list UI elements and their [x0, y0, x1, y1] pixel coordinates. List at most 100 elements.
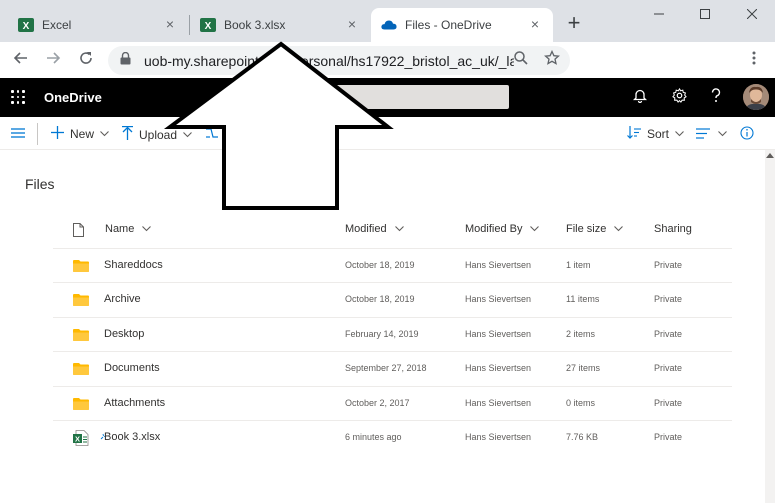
scroll-up-icon[interactable]: [766, 153, 774, 160]
table-row[interactable]: Desktop February 14, 2019 Hans Sievertse…: [53, 317, 732, 351]
scrollbar[interactable]: [765, 150, 775, 503]
chevron-down-icon: [183, 130, 192, 140]
modified-by: Hans Sievertsen: [465, 294, 532, 304]
svg-text:X: X: [75, 434, 80, 443]
tab-book3[interactable]: X Book 3.xlsx ×: [182, 8, 370, 42]
column-header-file-size[interactable]: File size: [566, 223, 624, 235]
file-name[interactable]: Desktop: [104, 328, 144, 340]
avatar[interactable]: [743, 84, 769, 110]
sort-icon: [627, 126, 641, 142]
chevron-down-icon: [142, 224, 152, 234]
folder-icon: [73, 329, 89, 341]
flow-icon[interactable]: [205, 126, 219, 140]
file-name[interactable]: Archive: [104, 293, 141, 305]
file-size: 1 item: [566, 260, 591, 270]
folder-icon: [73, 363, 89, 375]
bookmark-star-icon[interactable]: [542, 49, 562, 70]
file-name[interactable]: Book 3.xlsx: [104, 431, 160, 443]
table-row[interactable]: Documents September 27, 2018 Hans Siever…: [53, 351, 732, 385]
modified-date: 6 minutes ago: [345, 432, 402, 442]
browser-menu-icon[interactable]: [744, 50, 764, 70]
file-size: 7.76 KB: [566, 432, 599, 442]
svg-text:X: X: [205, 21, 212, 32]
modified-date: September 27, 2018: [345, 363, 427, 373]
sort-label: Sort: [647, 127, 670, 141]
table-row[interactable]: X Book 3.xlsx 6 minutes ago Hans Sievert…: [53, 420, 732, 454]
file-name[interactable]: Documents: [104, 362, 160, 374]
tab-onedrive[interactable]: Files - OneDrive ×: [371, 8, 553, 42]
command-divider: [37, 123, 38, 145]
excel-file-icon: X: [73, 430, 89, 446]
file-name[interactable]: Attachments: [104, 397, 165, 409]
tab-excel[interactable]: X Excel ×: [0, 8, 188, 42]
folder-icon: [73, 260, 89, 272]
view-options-button[interactable]: [696, 126, 727, 142]
modified-by: Hans Sievertsen: [465, 363, 532, 373]
modified-by: Hans Sievertsen: [465, 260, 532, 270]
help-icon[interactable]: [707, 88, 725, 106]
folder-icon: [73, 398, 89, 410]
table-row[interactable]: Shareddocs October 18, 2019 Hans Sievert…: [53, 248, 732, 282]
close-icon[interactable]: ×: [162, 16, 178, 32]
list-view-icon: [696, 126, 710, 142]
close-window-icon[interactable]: [729, 0, 775, 28]
column-header-label: Modified By: [465, 223, 523, 235]
page-title: Files: [25, 176, 55, 192]
sharing-status: Private: [654, 363, 683, 373]
column-header-label: Modified: [345, 223, 387, 235]
close-icon[interactable]: ×: [344, 16, 360, 32]
file-size: 27 items: [566, 363, 601, 373]
sort-button[interactable]: Sort: [627, 126, 684, 142]
file-type-header-icon[interactable]: [73, 223, 84, 237]
maximize-icon[interactable]: [682, 0, 728, 28]
column-header-sharing[interactable]: Sharing: [654, 223, 692, 235]
modified-by: Hans Sievertsen: [465, 432, 532, 442]
plus-icon: [51, 126, 64, 142]
chevron-down-icon: [394, 224, 404, 234]
info-icon[interactable]: [740, 126, 754, 140]
app-launcher-icon[interactable]: [11, 90, 25, 104]
new-button[interactable]: New: [51, 126, 109, 142]
upload-label: Upload: [139, 127, 178, 142]
column-header-label: File size: [566, 223, 607, 235]
bell-icon[interactable]: [631, 88, 649, 106]
sharing-status: Private: [654, 329, 683, 339]
sharing-status: Private: [654, 294, 683, 304]
minimize-icon[interactable]: [636, 0, 682, 28]
tab-label: Excel: [42, 18, 72, 32]
upload-button[interactable]: Upload: [122, 126, 192, 143]
reload-icon[interactable]: [76, 50, 96, 70]
zoom-search-icon[interactable]: [511, 50, 531, 70]
new-label: New: [70, 127, 95, 141]
column-header-modified-by[interactable]: Modified By: [465, 223, 540, 235]
onedrive-brand[interactable]: OneDrive: [44, 90, 102, 105]
svg-text:X: X: [23, 21, 30, 32]
table-row[interactable]: Attachments October 2, 2017 Hans Sievert…: [53, 386, 732, 420]
modified-by: Hans Sievertsen: [465, 398, 532, 408]
modified-by: Hans Sievertsen: [465, 329, 532, 339]
modified-date: February 14, 2019: [345, 329, 419, 339]
column-header-name[interactable]: Name: [105, 223, 152, 235]
search-box[interactable]: [318, 85, 509, 109]
file-size: 0 items: [566, 398, 596, 408]
table-row[interactable]: Archive October 18, 2019 Hans Sievertsen…: [53, 282, 732, 316]
gear-icon[interactable]: [670, 87, 688, 106]
close-icon[interactable]: ×: [527, 16, 543, 32]
modified-date: October 2, 2017: [345, 398, 410, 408]
address-bar-row: uob-my.sharepoint.com/personal/hs17922_b…: [0, 42, 775, 78]
new-tab-icon[interactable]: +: [563, 12, 585, 35]
file-name[interactable]: Shareddocs: [104, 259, 163, 271]
back-icon[interactable]: [11, 50, 31, 70]
tab-label: Book 3.xlsx: [224, 18, 286, 32]
file-size: 11 items: [566, 294, 600, 304]
chevron-down-icon: [675, 129, 684, 139]
url-bar[interactable]: uob-my.sharepoint.com/personal/hs17922_b…: [108, 46, 570, 75]
chevron-down-icon: [614, 224, 624, 234]
forward-icon[interactable]: [43, 50, 63, 70]
url-text: uob-my.sharepoint.com/personal/hs17922_b…: [144, 52, 514, 69]
column-header-modified[interactable]: Modified: [345, 223, 404, 235]
nav-toggle-icon[interactable]: [11, 127, 25, 139]
browser-tab-strip: X Excel × X Book 3.xlsx × Files - OneDri…: [0, 0, 775, 42]
sharing-status: Private: [654, 260, 683, 270]
onedrive-cloud-icon: [381, 17, 397, 33]
